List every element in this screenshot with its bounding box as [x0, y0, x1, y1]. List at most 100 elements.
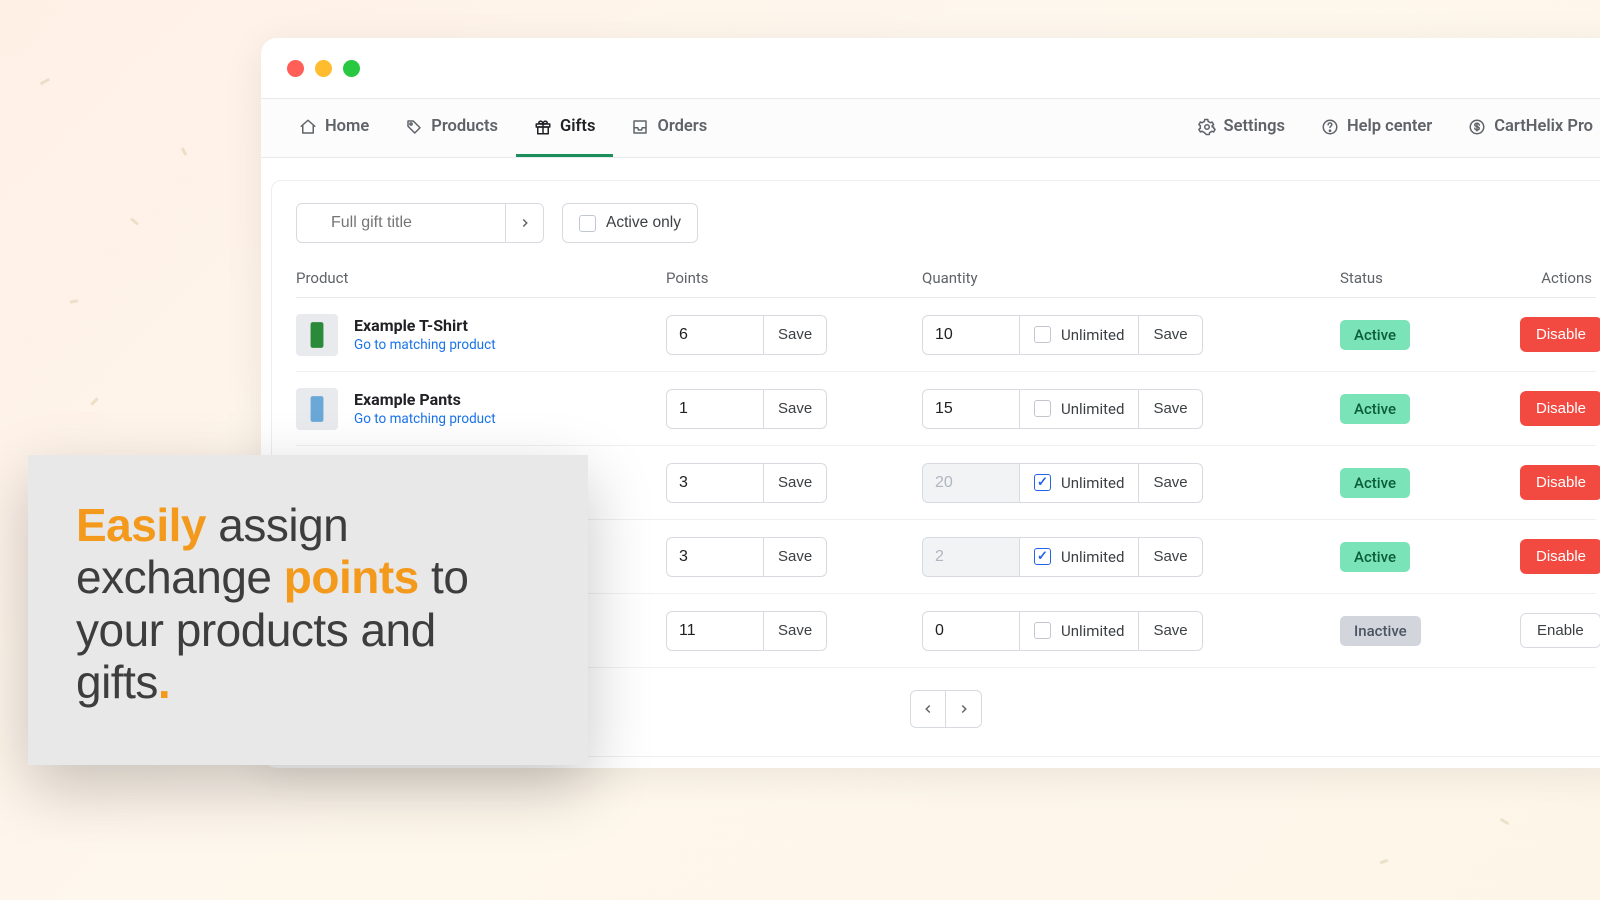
- filter-row: Active only: [296, 203, 1596, 243]
- save-points-button[interactable]: Save: [764, 537, 827, 577]
- unlimited-label: Unlimited: [1061, 474, 1124, 492]
- product-thumb: [296, 388, 338, 430]
- chevron-right-icon: [957, 702, 971, 716]
- nav-gifts[interactable]: Gifts: [516, 99, 613, 157]
- go-to-product-link[interactable]: Go to matching product: [354, 337, 496, 353]
- nav-label: Settings: [1224, 117, 1285, 136]
- save-quantity-button[interactable]: Save: [1139, 315, 1202, 355]
- main-nav: Home Products Gifts Orders Settings Help cen…: [261, 98, 1600, 158]
- status-cell: Active: [1340, 542, 1520, 572]
- table-row: Example T-Shirt Go to matching product Sav…: [296, 298, 1596, 372]
- promo-overlay: Easily assign exchange points to your pr…: [28, 455, 588, 765]
- table-header: Product Points Quantity Status Actions: [296, 261, 1596, 298]
- unlimited-label: Unlimited: [1061, 548, 1124, 566]
- action-cell: Disable: [1520, 539, 1600, 574]
- col-status: Status: [1340, 269, 1520, 287]
- quantity-cell: Unlimited Save: [922, 611, 1340, 651]
- nav-settings[interactable]: Settings: [1180, 99, 1303, 157]
- tag-icon: [405, 118, 423, 136]
- enable-button[interactable]: Enable: [1520, 613, 1600, 648]
- quantity-input: [922, 537, 1020, 577]
- status-cell: Inactive: [1340, 616, 1520, 646]
- unlimited-checkbox[interactable]: [1034, 548, 1051, 565]
- disable-button[interactable]: Disable: [1520, 391, 1600, 426]
- search-input[interactable]: [296, 203, 506, 243]
- unlimited-checkbox[interactable]: [1034, 400, 1051, 417]
- gear-icon: [1198, 118, 1216, 136]
- points-input[interactable]: [666, 389, 764, 429]
- nav-carthelix-pro[interactable]: CartHelix Pro: [1450, 99, 1600, 157]
- window-minimize[interactable]: [315, 60, 332, 77]
- nav-orders[interactable]: Orders: [613, 99, 725, 157]
- unlimited-label: Unlimited: [1061, 622, 1124, 640]
- bg-speckle: [90, 397, 98, 405]
- save-points-button[interactable]: Save: [764, 389, 827, 429]
- save-quantity-button[interactable]: Save: [1139, 463, 1202, 503]
- action-cell: Disable: [1520, 391, 1600, 426]
- save-quantity-button[interactable]: Save: [1139, 389, 1202, 429]
- save-quantity-button[interactable]: Save: [1139, 611, 1202, 651]
- quantity-input[interactable]: [922, 315, 1020, 355]
- titlebar: [261, 38, 1600, 98]
- unlimited-checkbox[interactable]: [1034, 326, 1051, 343]
- points-input[interactable]: [666, 315, 764, 355]
- disable-button[interactable]: Disable: [1520, 539, 1600, 574]
- points-cell: Save: [666, 611, 922, 651]
- status-badge: Active: [1340, 542, 1410, 572]
- dollar-icon: [1468, 118, 1486, 136]
- quantity-cell: UnlimitedSave: [922, 315, 1340, 355]
- nav-label: Orders: [657, 117, 707, 136]
- disable-button[interactable]: Disable: [1520, 317, 1600, 352]
- status-cell: Active: [1340, 394, 1520, 424]
- points-input[interactable]: [666, 537, 764, 577]
- window-zoom[interactable]: [343, 60, 360, 77]
- nav-products[interactable]: Products: [387, 99, 516, 157]
- quantity-input[interactable]: [922, 389, 1020, 429]
- points-cell: Save: [666, 315, 922, 355]
- status-badge: Active: [1340, 394, 1410, 424]
- nav-label: Help center: [1347, 117, 1432, 136]
- active-only-toggle[interactable]: Active only: [562, 203, 698, 243]
- search-group: [296, 203, 544, 243]
- bg-speckle: [40, 78, 50, 86]
- go-to-product-link[interactable]: Go to matching product: [354, 411, 496, 427]
- points-input[interactable]: [666, 463, 764, 503]
- nav-home[interactable]: Home: [281, 99, 387, 157]
- bg-speckle: [1500, 818, 1509, 825]
- home-icon: [299, 118, 317, 136]
- bg-speckle: [70, 299, 78, 303]
- product-title: Example T-Shirt: [354, 316, 496, 335]
- nav-help-center[interactable]: Help center: [1303, 99, 1450, 157]
- nav-label: CartHelix Pro: [1494, 117, 1593, 136]
- quantity-cell: Unlimited Save: [922, 463, 1340, 503]
- page-prev[interactable]: [910, 690, 946, 728]
- save-points-button[interactable]: Save: [764, 463, 827, 503]
- active-only-label: Active only: [606, 214, 681, 232]
- status-badge: Inactive: [1340, 616, 1421, 646]
- status-badge: Active: [1340, 468, 1410, 498]
- save-points-button[interactable]: Save: [764, 611, 827, 651]
- unlimited-checkbox[interactable]: [1034, 474, 1051, 491]
- quantity-cell: UnlimitedSave: [922, 389, 1340, 429]
- nav-label: Gifts: [560, 117, 595, 136]
- window-close[interactable]: [287, 60, 304, 77]
- points-cell: Save: [666, 389, 922, 429]
- page-next[interactable]: [946, 690, 982, 728]
- quantity-input: [922, 463, 1020, 503]
- gift-icon: [534, 118, 552, 136]
- save-quantity-button[interactable]: Save: [1139, 537, 1202, 577]
- action-cell: Disable: [1520, 317, 1600, 352]
- save-points-button[interactable]: Save: [764, 315, 827, 355]
- nav-label: Home: [325, 117, 369, 136]
- quantity-input[interactable]: [922, 611, 1020, 651]
- disable-button[interactable]: Disable: [1520, 465, 1600, 500]
- product-cell: Example T-Shirt Go to matching product: [296, 314, 666, 356]
- bg-speckle: [181, 147, 188, 155]
- points-cell: Save: [666, 463, 922, 503]
- bg-speckle: [130, 217, 139, 225]
- help-icon: [1321, 118, 1339, 136]
- chevron-right-icon: [518, 216, 532, 230]
- points-input[interactable]: [666, 611, 764, 651]
- unlimited-checkbox[interactable]: [1034, 622, 1051, 639]
- search-submit[interactable]: [506, 203, 544, 243]
